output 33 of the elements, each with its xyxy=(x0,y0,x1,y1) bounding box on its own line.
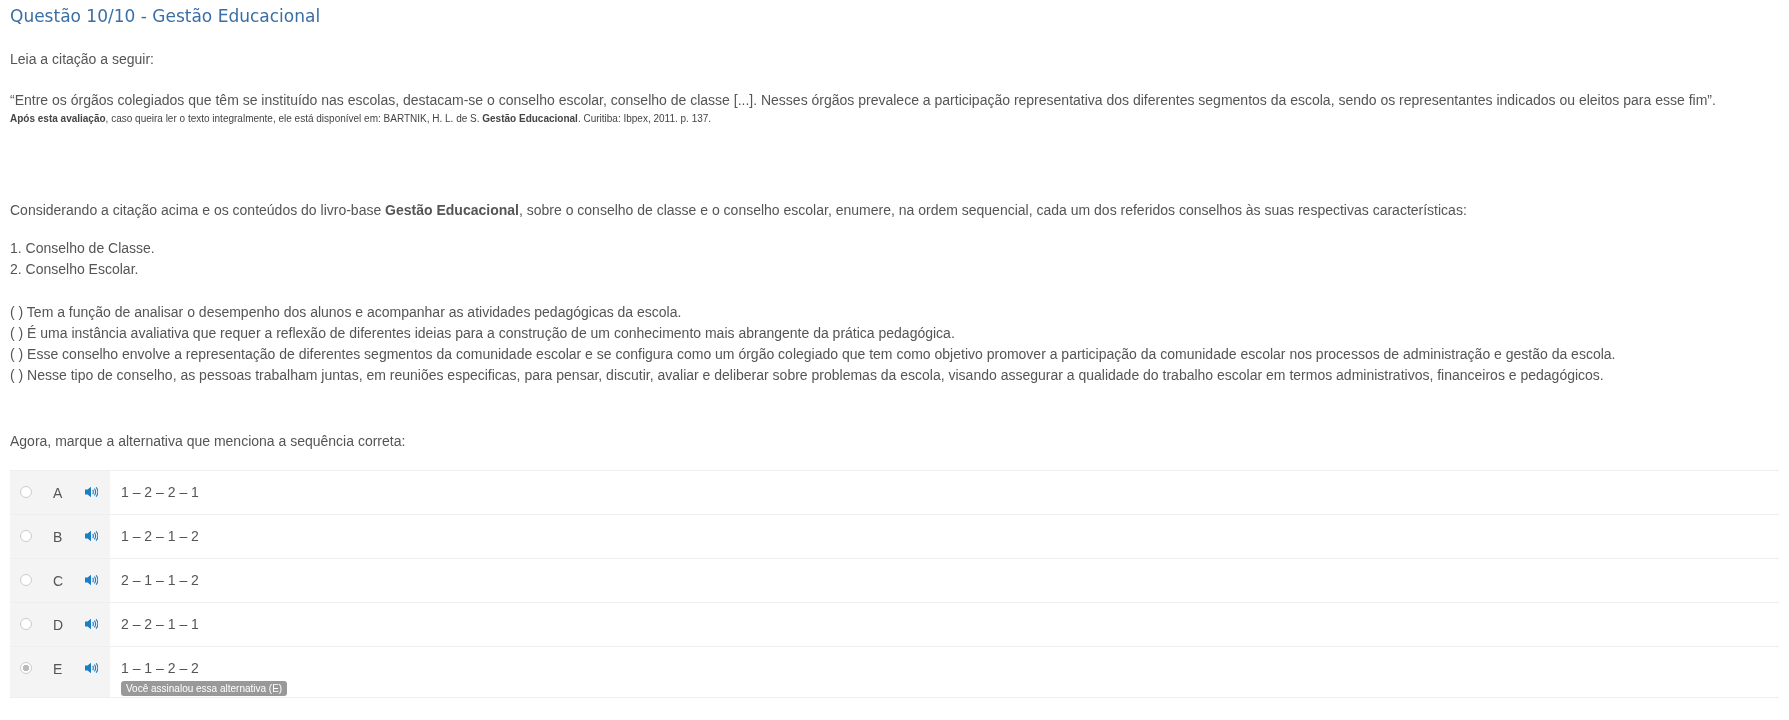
selection-badge: Você assinalou essa alternativa (E) xyxy=(121,681,288,696)
option-text: 1 – 2 – 1 – 2 xyxy=(121,528,199,544)
radio-button[interactable] xyxy=(20,618,32,630)
question-title: Questão 10/10 - Gestão Educacional xyxy=(10,6,322,26)
statement-text: ( ) É uma instância avaliativa que requer a reflexão de diferentes ideias para a construção de um conhecimento mais abrangente da prática pedagógica. xyxy=(10,324,956,343)
option-text: 1 – 2 – 2 – 1 xyxy=(121,484,199,500)
radio-button[interactable] xyxy=(20,662,32,674)
option-letter: A xyxy=(53,485,64,501)
option-text: 2 – 1 – 1 – 2 xyxy=(121,572,199,588)
speaker-icon[interactable] xyxy=(84,618,98,630)
option-letter: B xyxy=(53,529,64,545)
list-item: 2. Conselho Escolar. xyxy=(10,260,140,279)
statement-text: ( ) Nesse tipo de conselho, as pessoas trabalham juntas, em reuniões especificas, para pensar, discutir, avaliar e deliberar sobre problemas da escola, visando assegurar a qualidade do trabalho escolar em termos administrativos, financeiros e pedagógicos. xyxy=(10,366,1605,385)
option-letter: D xyxy=(53,617,65,633)
speaker-icon[interactable] xyxy=(84,486,98,498)
option-letter: E xyxy=(53,661,64,677)
statement-text: ( ) Esse conselho envolve a representação de diferentes segmentos da comunidade escolar e se configura como um órgão colegiado que tem como objetivo promover a participação da comunidade escolar nos processos de administração e gestão da escola. xyxy=(10,345,1617,364)
speaker-icon[interactable] xyxy=(84,662,98,674)
speaker-icon[interactable] xyxy=(84,574,98,586)
instruction-text: Agora, marque a alternativa que menciona a sequência correta: xyxy=(10,433,407,449)
source-note: Após esta avaliação, caso queira ler o texto integralmente, ele está disponível em: BARTNIK, H. L. de S. Gestão Educacional. Curitiba: Ibpex, 2011. p. 137. xyxy=(10,113,713,124)
list-item: 1. Conselho de Classe. xyxy=(10,239,156,258)
option-text: 1 – 1 – 2 – 2 xyxy=(121,660,199,676)
quote-text: “Entre os órgãos colegiados que têm se instituído nas escolas, destacam-se o conselho escolar, conselho de classe [...]. Nesses órgãos prevalece a participação representativa dos diferentes segmentos da escola, sendo os representantes indicados ou eleitos para esse fim”. xyxy=(10,92,1717,108)
statement-text: ( ) Tem a função de analisar o desempenho dos alunos e acompanhar as atividades pedagógicas da escola. xyxy=(10,303,683,322)
prompt-text: Considerando a citação acima e os conteúdos do livro-base Gestão Educacional, sobre o conselho de classe e o conselho escolar, enumere, na ordem sequencial, cada um dos referidos conselhos às suas respectivas características: xyxy=(10,202,1468,218)
radio-button[interactable] xyxy=(20,574,32,586)
radio-button[interactable] xyxy=(20,486,32,498)
option-text: 2 – 2 – 1 – 1 xyxy=(121,616,199,632)
option-letter: C xyxy=(53,573,65,589)
radio-button[interactable] xyxy=(20,530,32,542)
intro-text: Leia a citação a seguir: xyxy=(10,51,155,67)
speaker-icon[interactable] xyxy=(84,530,98,542)
